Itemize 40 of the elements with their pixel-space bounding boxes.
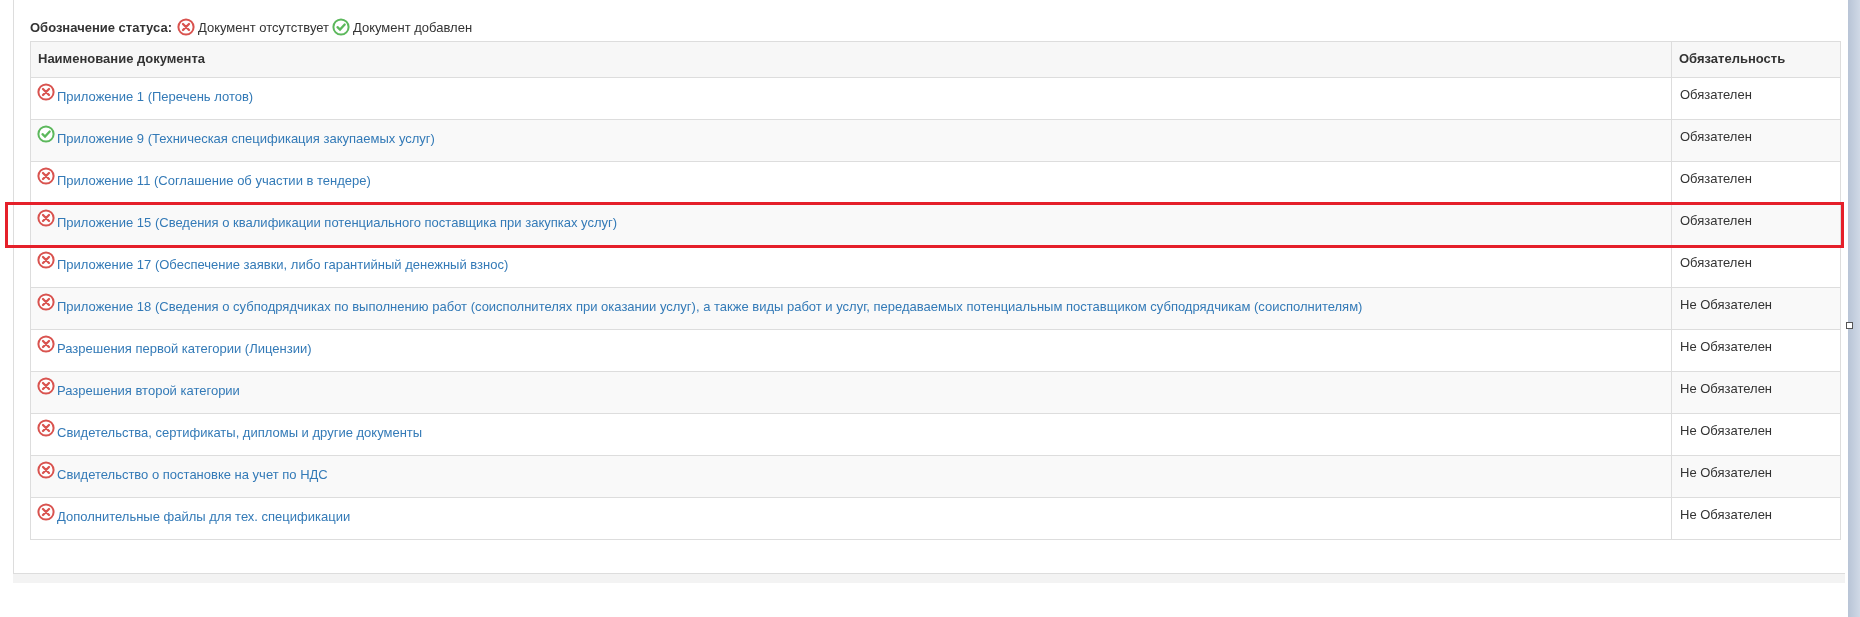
document-link[interactable]: Приложение 11 (Соглашение об участии в тендере) <box>57 172 371 189</box>
document-link[interactable]: Дополнительные файлы для тех. спецификации <box>57 508 351 525</box>
document-link[interactable]: Приложение 1 (Перечень лотов) <box>57 88 254 105</box>
requirement-text: Обязателен <box>1680 170 1752 187</box>
document-link[interactable]: Приложение 17 (Обеспечение заявки, либо гарантийный денежный взнос) <box>57 256 509 273</box>
legend-label: Обозначение статуса: <box>30 19 172 35</box>
error-icon <box>37 419 55 437</box>
check-icon <box>332 18 350 36</box>
resize-handle-icon[interactable] <box>1845 322 1853 329</box>
document-link[interactable]: Разрешения второй категории <box>57 382 240 399</box>
document-link[interactable]: Приложение 15 (Сведения о квалификации потенциального поставщика при закупках услуг) <box>57 214 618 231</box>
error-icon <box>37 377 55 395</box>
document-link[interactable]: Свидетельство о постановке на учет по НДС <box>57 466 328 483</box>
document-link[interactable]: Приложение 9 (Техническая спецификация закупаемых услуг) <box>57 130 435 147</box>
requirement-text: Обязателен <box>1680 254 1752 271</box>
column-header: Обязательность <box>1671 41 1841 78</box>
error-icon <box>37 209 55 227</box>
column-header: Наименование документа <box>30 41 1672 78</box>
document-link[interactable]: Свидетельства, сертификаты, дипломы и другие документы <box>57 424 423 441</box>
requirement-text: Не Обязателен <box>1680 422 1773 439</box>
document-link[interactable]: Разрешения первой категории (Лицензии) <box>57 340 312 357</box>
error-icon <box>176 18 195 36</box>
error-icon <box>37 83 55 101</box>
requirement-text: Обязателен <box>1680 86 1752 103</box>
error-icon <box>37 461 55 479</box>
error-icon <box>37 503 55 521</box>
error-icon <box>37 293 55 311</box>
error-icon <box>37 167 55 185</box>
requirement-text: Обязателен <box>1680 128 1752 145</box>
check-icon <box>37 125 55 143</box>
error-icon <box>37 335 55 353</box>
requirement-text: Не Обязателен <box>1680 506 1773 523</box>
error-icon <box>37 251 55 269</box>
requirement-text: Не Обязателен <box>1680 464 1773 481</box>
requirement-text: Обязателен <box>1680 212 1752 229</box>
legend-text: Документ добавлен <box>353 19 473 35</box>
requirement-text: Не Обязателен <box>1680 296 1773 313</box>
requirement-text: Не Обязателен <box>1680 338 1773 355</box>
requirement-text: Не Обязателен <box>1680 380 1773 397</box>
legend-text: Документ отсутствует <box>197 19 329 35</box>
